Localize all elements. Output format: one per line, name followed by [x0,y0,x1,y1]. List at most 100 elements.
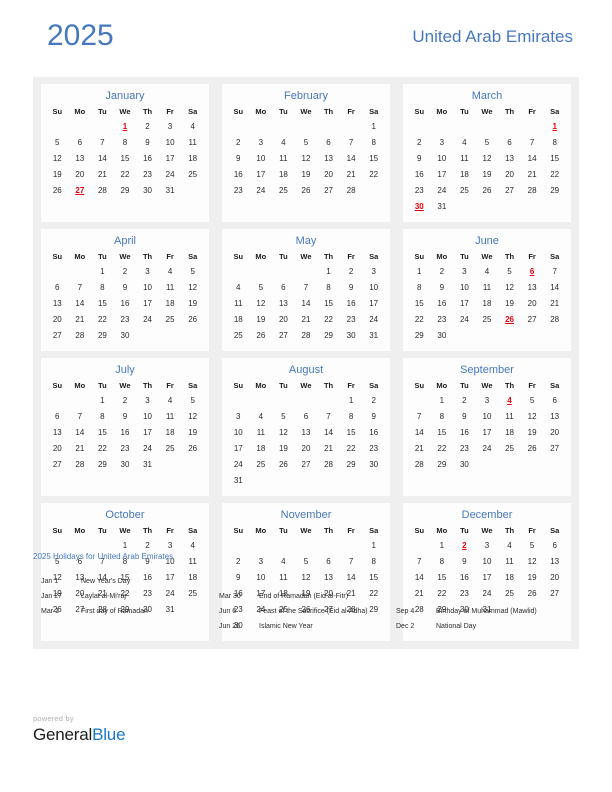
weekday-su: Su [414,107,425,116]
day-cell: 6 [55,283,60,292]
weekday-fr: Fr [166,107,174,116]
weekday-th: Th [323,381,334,390]
weekday-mo: Mo [436,107,448,116]
day-cell: 9 [122,283,128,292]
day-cell: 17 [233,444,243,453]
year-title: 2025 [47,19,114,52]
day-cell: 31 [437,202,447,211]
day-cell-empty [272,264,295,280]
day-cell: 28 [75,460,85,469]
day-cell: 31 [143,460,152,469]
day-cell: 23 [414,186,424,195]
day-cell: 18 [165,428,175,437]
day-cell: 27 [301,460,311,469]
day-cell: 22 [97,444,107,453]
day-cell: 7 [77,283,83,292]
day-cell: 23 [437,315,447,324]
weekday-mo: Mo [436,252,448,261]
day-cell: 11 [165,283,175,292]
day-cell-empty [521,328,544,344]
day-cell-empty [498,328,521,344]
country-title: United Arab Emirates [412,26,573,46]
day-cell: 28 [346,186,356,195]
day-cell-empty [340,119,363,135]
day-cell-empty [46,393,69,409]
holidays-section: 2025 Holidays for United Arab Emirates J… [33,552,579,630]
day-cell: 6 [281,283,286,292]
day-cell: 1 [326,267,331,276]
day-cell: 13 [505,154,514,163]
week-row: 9 10 11 12 13 14 15 [408,151,566,167]
week-row: 8 9 10 11 12 13 14 [408,280,566,296]
day-cell: 14 [527,154,537,163]
weekday-fr: Fr [528,381,536,390]
day-cell: 28 [75,331,85,340]
day-cell: 11 [256,428,265,437]
day-cell: 23 [120,444,130,453]
day-cell: 30 [120,460,130,469]
day-cell: 24 [459,315,469,324]
weekday-th: Th [504,526,515,535]
day-cell: 19 [188,299,198,308]
day-cell: 28 [550,315,560,324]
week-row: 16 17 18 19 20 21 22 [227,167,385,183]
day-cell-empty [498,199,521,215]
day-cell: 4 [167,267,173,276]
weekday-header-row: Su Mo Tu We Th Fr Sa [227,107,385,119]
day-cell: 9 [462,412,467,421]
day-cell: 25 [505,444,514,453]
holiday-entry-name: National Day [436,623,477,630]
weekday-tu: Tu [279,526,288,535]
day-cell: 4 [281,138,286,147]
day-cell: 31 [165,186,175,195]
weekday-sa: Sa [550,107,560,116]
day-cell: 19 [482,170,492,179]
week-row: 21 22 23 24 25 26 27 [408,441,566,457]
month-title: March [471,90,503,102]
day-cell: 19 [188,428,198,437]
weekday-su: Su [52,526,63,535]
week-row: 16 17 18 19 20 21 22 [408,167,566,183]
weekday-su: Su [233,252,244,261]
holiday-entry-date: Mar 1 [41,608,59,615]
day-cell: 5 [303,138,309,147]
day-cell: 2 [122,267,128,276]
day-cell-empty [408,393,431,409]
day-cell: 10 [437,154,447,163]
day-cell: 28 [527,186,537,195]
day-cell: 9 [417,154,422,163]
day-cell: 12 [527,412,537,421]
holiday-entry-name: Birthday of Muhammad (Mawlid) [436,608,537,615]
day-cell: 29 [437,460,447,469]
weekday-mo: Mo [255,381,267,390]
day-cell: 26 [188,315,198,324]
day-cell-holiday: 26 [498,312,521,328]
day-cell: 3 [371,267,376,276]
month-card-september: September Su Mo Tu We Th Fr Sa 1 2 3 4 5 6 7 8 9 10 11 12 13… [403,358,571,496]
week-row: 1 [227,119,385,135]
weekday-sa: Sa [188,381,198,390]
day-cell: 17 [256,170,266,179]
month-title: April [113,235,136,247]
day-cell: 26 [527,444,537,453]
day-cell: 23 [346,315,356,324]
day-cell-empty [46,119,69,135]
holiday-date: 27 [75,186,85,195]
day-cell: 11 [505,412,514,421]
day-cell: 16 [459,428,469,437]
day-cell-empty [69,119,92,135]
weekday-sa: Sa [188,107,198,116]
day-cell: 30 [143,186,152,195]
day-cell: 6 [55,412,60,421]
weekday-tu: Tu [98,107,107,116]
weekday-su: Su [233,526,244,535]
day-cell: 13 [527,283,537,292]
week-row: 30 31 [408,199,566,215]
day-cell: 4 [167,396,173,405]
weekday-header-row: Su Mo Tu We Th Fr Sa [408,526,566,538]
holiday-entry-date: Jun 26 [219,623,241,630]
day-cell: 27 [527,315,537,324]
week-row: 18 19 20 21 22 23 24 [227,312,385,328]
day-cell-empty [272,119,295,135]
day-cell: 22 [346,444,356,453]
